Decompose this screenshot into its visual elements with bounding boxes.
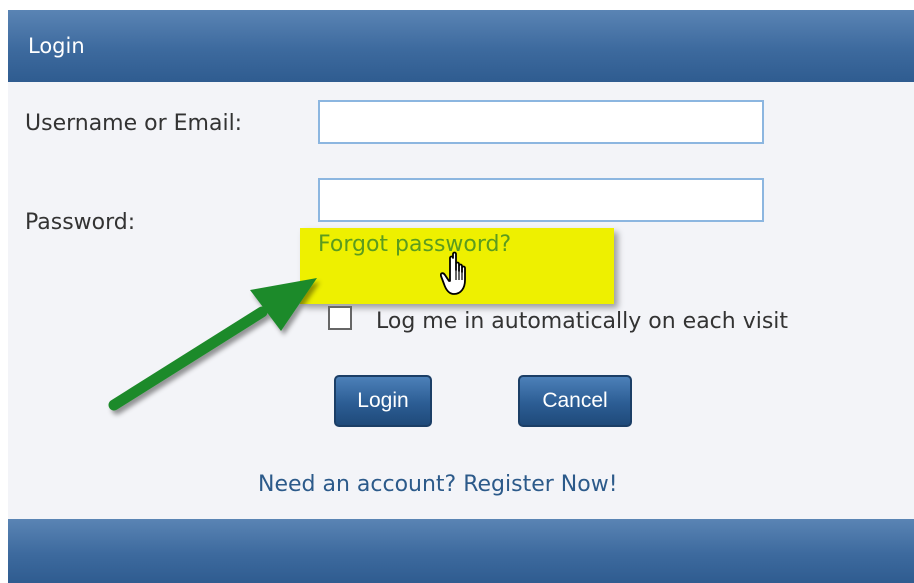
login-window: Login Username or Email: Password: Forgo… bbox=[0, 0, 914, 583]
remember-me-checkbox[interactable] bbox=[328, 306, 352, 330]
forgot-password-link[interactable]: Forgot password? bbox=[318, 232, 511, 257]
login-button[interactable]: Login bbox=[334, 375, 432, 427]
login-panel-footer bbox=[8, 519, 914, 583]
username-label: Username or Email: bbox=[25, 111, 243, 136]
password-input[interactable] bbox=[318, 178, 764, 222]
cancel-button[interactable]: Cancel bbox=[518, 375, 632, 427]
username-input[interactable] bbox=[318, 100, 764, 144]
panel-title: Login bbox=[28, 34, 85, 58]
password-label: Password: bbox=[25, 210, 136, 235]
hand-pointer-icon bbox=[440, 251, 466, 295]
remember-me-label: Log me in automatically on each visit bbox=[376, 309, 789, 334]
register-link[interactable]: Need an account? Register Now! bbox=[258, 472, 618, 497]
login-panel-header: Login bbox=[8, 10, 914, 82]
